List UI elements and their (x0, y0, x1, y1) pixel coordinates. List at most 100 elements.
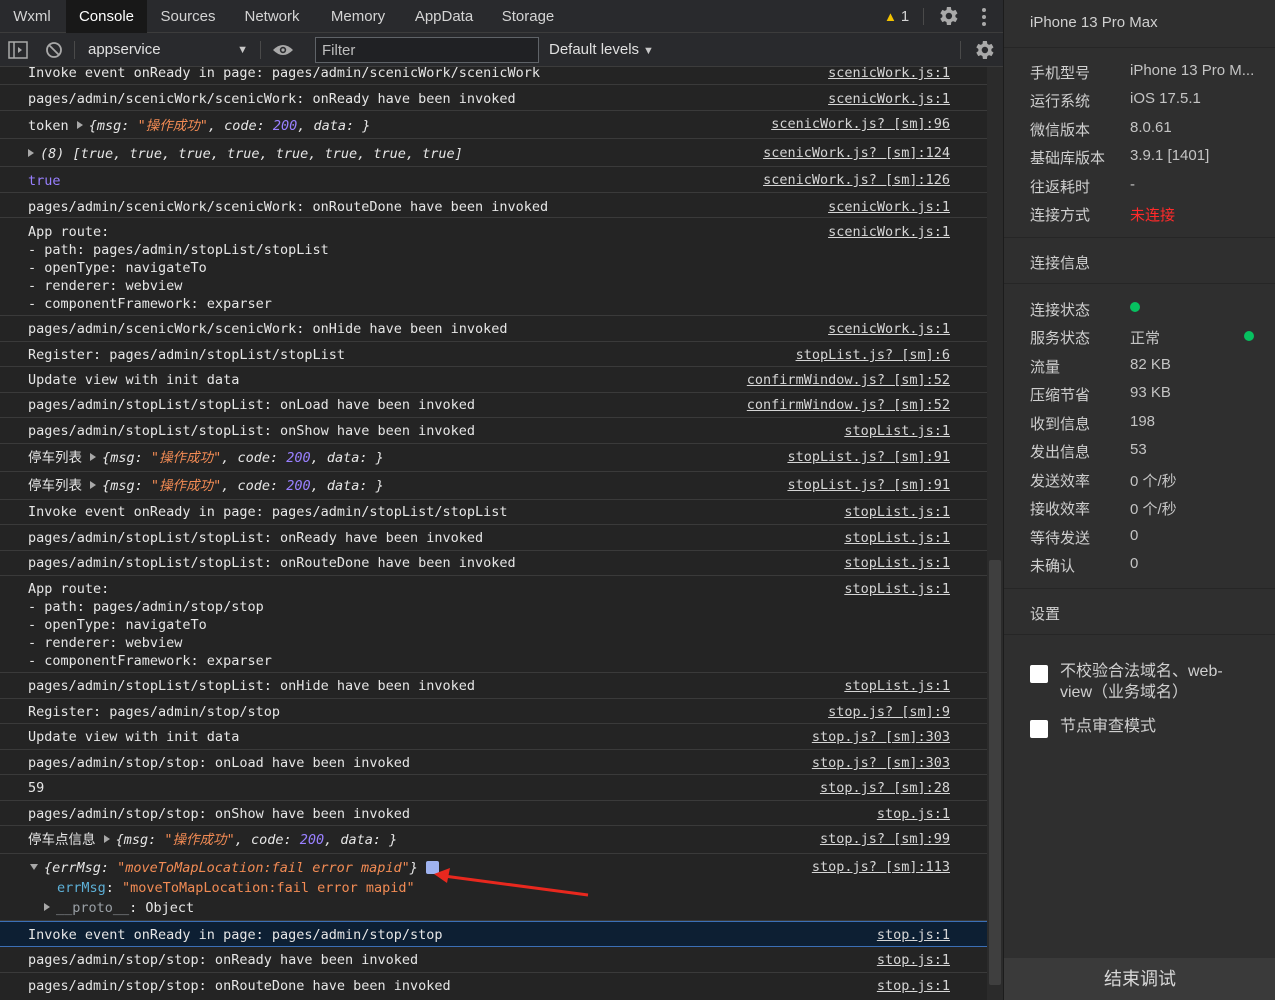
log-source-link[interactable]: scenicWork.js:1 (828, 320, 950, 338)
log-levels-label: Default levels (549, 41, 640, 58)
divider (1004, 237, 1275, 238)
eye-icon[interactable] (272, 43, 294, 57)
log-row[interactable]: pages/admin/stop/stop: onShow have been … (0, 801, 987, 826)
more-menu-icon[interactable] (978, 6, 990, 28)
log-row[interactable]: pages/admin/stopList/stopList: onRouteDo… (0, 551, 987, 576)
conn-value: 0 (1130, 555, 1139, 572)
tab-appdata[interactable]: AppData (402, 0, 486, 33)
end-debug-button[interactable]: 结束调试 (1004, 958, 1275, 1000)
expand-arrow-icon[interactable] (103, 835, 110, 843)
log-source-link[interactable]: confirmWindow.js? [sm]:52 (747, 396, 950, 414)
log-source-link[interactable]: scenicWork.js:1 (828, 67, 950, 82)
log-source-link[interactable]: stop.js? [sm]:9 (828, 703, 950, 721)
log-row-selected[interactable]: Invoke event onReady in page: pages/admi… (0, 921, 987, 947)
log-source-link[interactable]: stopList.js:1 (844, 503, 950, 521)
log-row[interactable]: pages/admin/stop/stop: onRouteDone have … (0, 973, 987, 1000)
log-message: Invoke event onReady in page: pages/admi… (28, 504, 508, 520)
log-row[interactable]: Update view with init data stop.js? [sm]… (0, 724, 987, 750)
log-source-link[interactable]: stop.js:1 (877, 951, 950, 969)
console-log-list: Invoke event onReady in page: pages/admi… (0, 67, 987, 1000)
log-source-link[interactable]: stop.js? [sm]:303 (812, 754, 950, 772)
log-source-link[interactable]: stopList.js:1 (844, 554, 950, 572)
log-source-link[interactable]: scenicWork.js? [sm]:124 (763, 144, 950, 162)
log-row[interactable]: 59 stop.js? [sm]:28 (0, 775, 987, 801)
devtools-tabbar: Wxml Console Sources Network Memory AppD… (0, 0, 1003, 33)
log-row[interactable]: 停车列表 {msg: "操作成功", code: 200, data: } st… (0, 472, 987, 500)
log-message: Register: pages/admin/stopList/stopList (28, 347, 345, 363)
node-inspect-checkbox[interactable] (1030, 720, 1048, 738)
log-source-link[interactable]: stop.js:1 (877, 977, 950, 995)
log-source-link[interactable]: confirmWindow.js? [sm]:52 (747, 371, 950, 389)
skip-domain-check-checkbox[interactable] (1030, 665, 1048, 683)
expand-arrow-icon[interactable] (90, 453, 97, 461)
log-row-expanded[interactable]: {errMsg: "moveToMapLocation:fail error m… (0, 854, 987, 921)
tab-console[interactable]: Console (66, 0, 147, 33)
log-source-link[interactable]: stopList.js:1 (844, 580, 950, 598)
obj-code-value: 200 (299, 832, 325, 848)
log-row[interactable]: (8) [true, true, true, true, true, true,… (0, 139, 987, 167)
log-source-link[interactable]: scenicWork.js:1 (828, 198, 950, 216)
log-row[interactable]: Register: pages/admin/stop/stop stop.js?… (0, 699, 987, 724)
log-source-link[interactable]: stop.js? [sm]:99 (820, 830, 950, 848)
tab-wxml[interactable]: Wxml (0, 0, 64, 33)
log-source-link[interactable]: stop.js? [sm]:113 (812, 858, 950, 876)
tab-network[interactable]: Network (229, 0, 315, 33)
log-row[interactable]: true scenicWork.js? [sm]:126 (0, 167, 987, 193)
log-source-link[interactable]: stop.js:1 (877, 805, 950, 823)
log-row[interactable]: pages/admin/stopList/stopList: onLoad ha… (0, 393, 987, 418)
log-source-link[interactable]: scenicWork.js:1 (828, 223, 950, 241)
tab-storage[interactable]: Storage (490, 0, 566, 33)
log-source-link[interactable]: stopList.js? [sm]:6 (796, 346, 950, 364)
filter-input[interactable] (315, 37, 539, 63)
console-settings-gear-icon[interactable] (972, 38, 996, 62)
log-row[interactable]: token {msg: "操作成功", code: 200, data: } s… (0, 111, 987, 139)
log-source-link[interactable]: scenicWork.js? [sm]:96 (771, 115, 950, 133)
settings-gear-icon[interactable] (936, 4, 960, 28)
log-row[interactable]: pages/admin/stopList/stopList: onReady h… (0, 525, 987, 551)
prop-value: "moveToMapLocation:fail error mapid" (122, 880, 415, 896)
expand-arrow-icon[interactable] (76, 121, 83, 129)
log-row[interactable]: pages/admin/scenicWork/scenicWork: onRea… (0, 85, 987, 111)
obj-code-value: 200 (286, 450, 311, 466)
log-source-link[interactable]: stopList.js? [sm]:91 (787, 448, 950, 466)
context-selector[interactable]: appservice ▼ (80, 38, 252, 62)
log-source-link[interactable]: stopList.js:1 (844, 422, 950, 440)
log-source-link[interactable]: scenicWork.js:1 (828, 90, 950, 108)
tab-memory[interactable]: Memory (318, 0, 398, 33)
log-row[interactable]: pages/admin/scenicWork/scenicWork: onRou… (0, 193, 987, 218)
log-row[interactable]: pages/admin/stop/stop: onLoad have been … (0, 750, 987, 775)
log-source-link[interactable]: stop.js? [sm]:303 (812, 728, 950, 746)
clear-console-icon[interactable] (45, 41, 63, 59)
collapse-arrow-icon[interactable] (30, 864, 38, 870)
log-row[interactable]: Update view with init data confirmWindow… (0, 367, 987, 393)
log-source-link[interactable]: stopList.js:1 (844, 677, 950, 695)
log-source-link[interactable]: stop.js? [sm]:28 (820, 779, 950, 797)
log-row[interactable]: Invoke event onReady in page: pages/admi… (0, 500, 987, 525)
log-row[interactable]: App route: - path: pages/admin/stop/stop… (0, 576, 987, 673)
log-source-link[interactable]: stop.js:1 (877, 926, 950, 944)
expand-arrow-icon[interactable] (90, 481, 97, 489)
log-row[interactable]: Invoke event onReady in page: pages/admi… (0, 67, 987, 85)
array-item: true (129, 146, 162, 162)
log-row[interactable]: 停车列表 {msg: "操作成功", code: 200, data: } st… (0, 444, 987, 472)
log-row[interactable]: pages/admin/stopList/stopList: onHide ha… (0, 673, 987, 699)
log-row[interactable]: Register: pages/admin/stopList/stopList … (0, 342, 987, 367)
log-row[interactable]: pages/admin/stopList/stopList: onShow ha… (0, 418, 987, 444)
log-row[interactable]: App route: - path: pages/admin/stopList/… (0, 218, 987, 316)
log-row[interactable]: pages/admin/stop/stop: onReady have been… (0, 947, 987, 973)
log-source-link[interactable]: scenicWork.js? [sm]:126 (763, 171, 950, 189)
scrollbar-thumb[interactable] (989, 560, 1001, 985)
log-message: pages/admin/stopList/stopList: onHide ha… (28, 678, 476, 694)
sidebar-toggle-icon[interactable] (8, 41, 28, 59)
info-badge-icon[interactable] (425, 861, 439, 874)
service-status-dot (1244, 331, 1254, 341)
tab-sources[interactable]: Sources (149, 0, 227, 33)
log-levels-dropdown[interactable]: Default levels ▼ (549, 38, 654, 62)
warning-counter[interactable]: ▲ 1 (884, 0, 909, 33)
expand-arrow-icon[interactable] (44, 903, 50, 911)
log-source-link[interactable]: stopList.js? [sm]:91 (787, 476, 950, 494)
expand-arrow-icon[interactable] (28, 149, 34, 157)
log-source-link[interactable]: stopList.js:1 (844, 529, 950, 547)
log-row[interactable]: pages/admin/scenicWork/scenicWork: onHid… (0, 316, 987, 342)
log-row[interactable]: 停车点信息 {msg: "操作成功", code: 200, data: } s… (0, 826, 987, 854)
